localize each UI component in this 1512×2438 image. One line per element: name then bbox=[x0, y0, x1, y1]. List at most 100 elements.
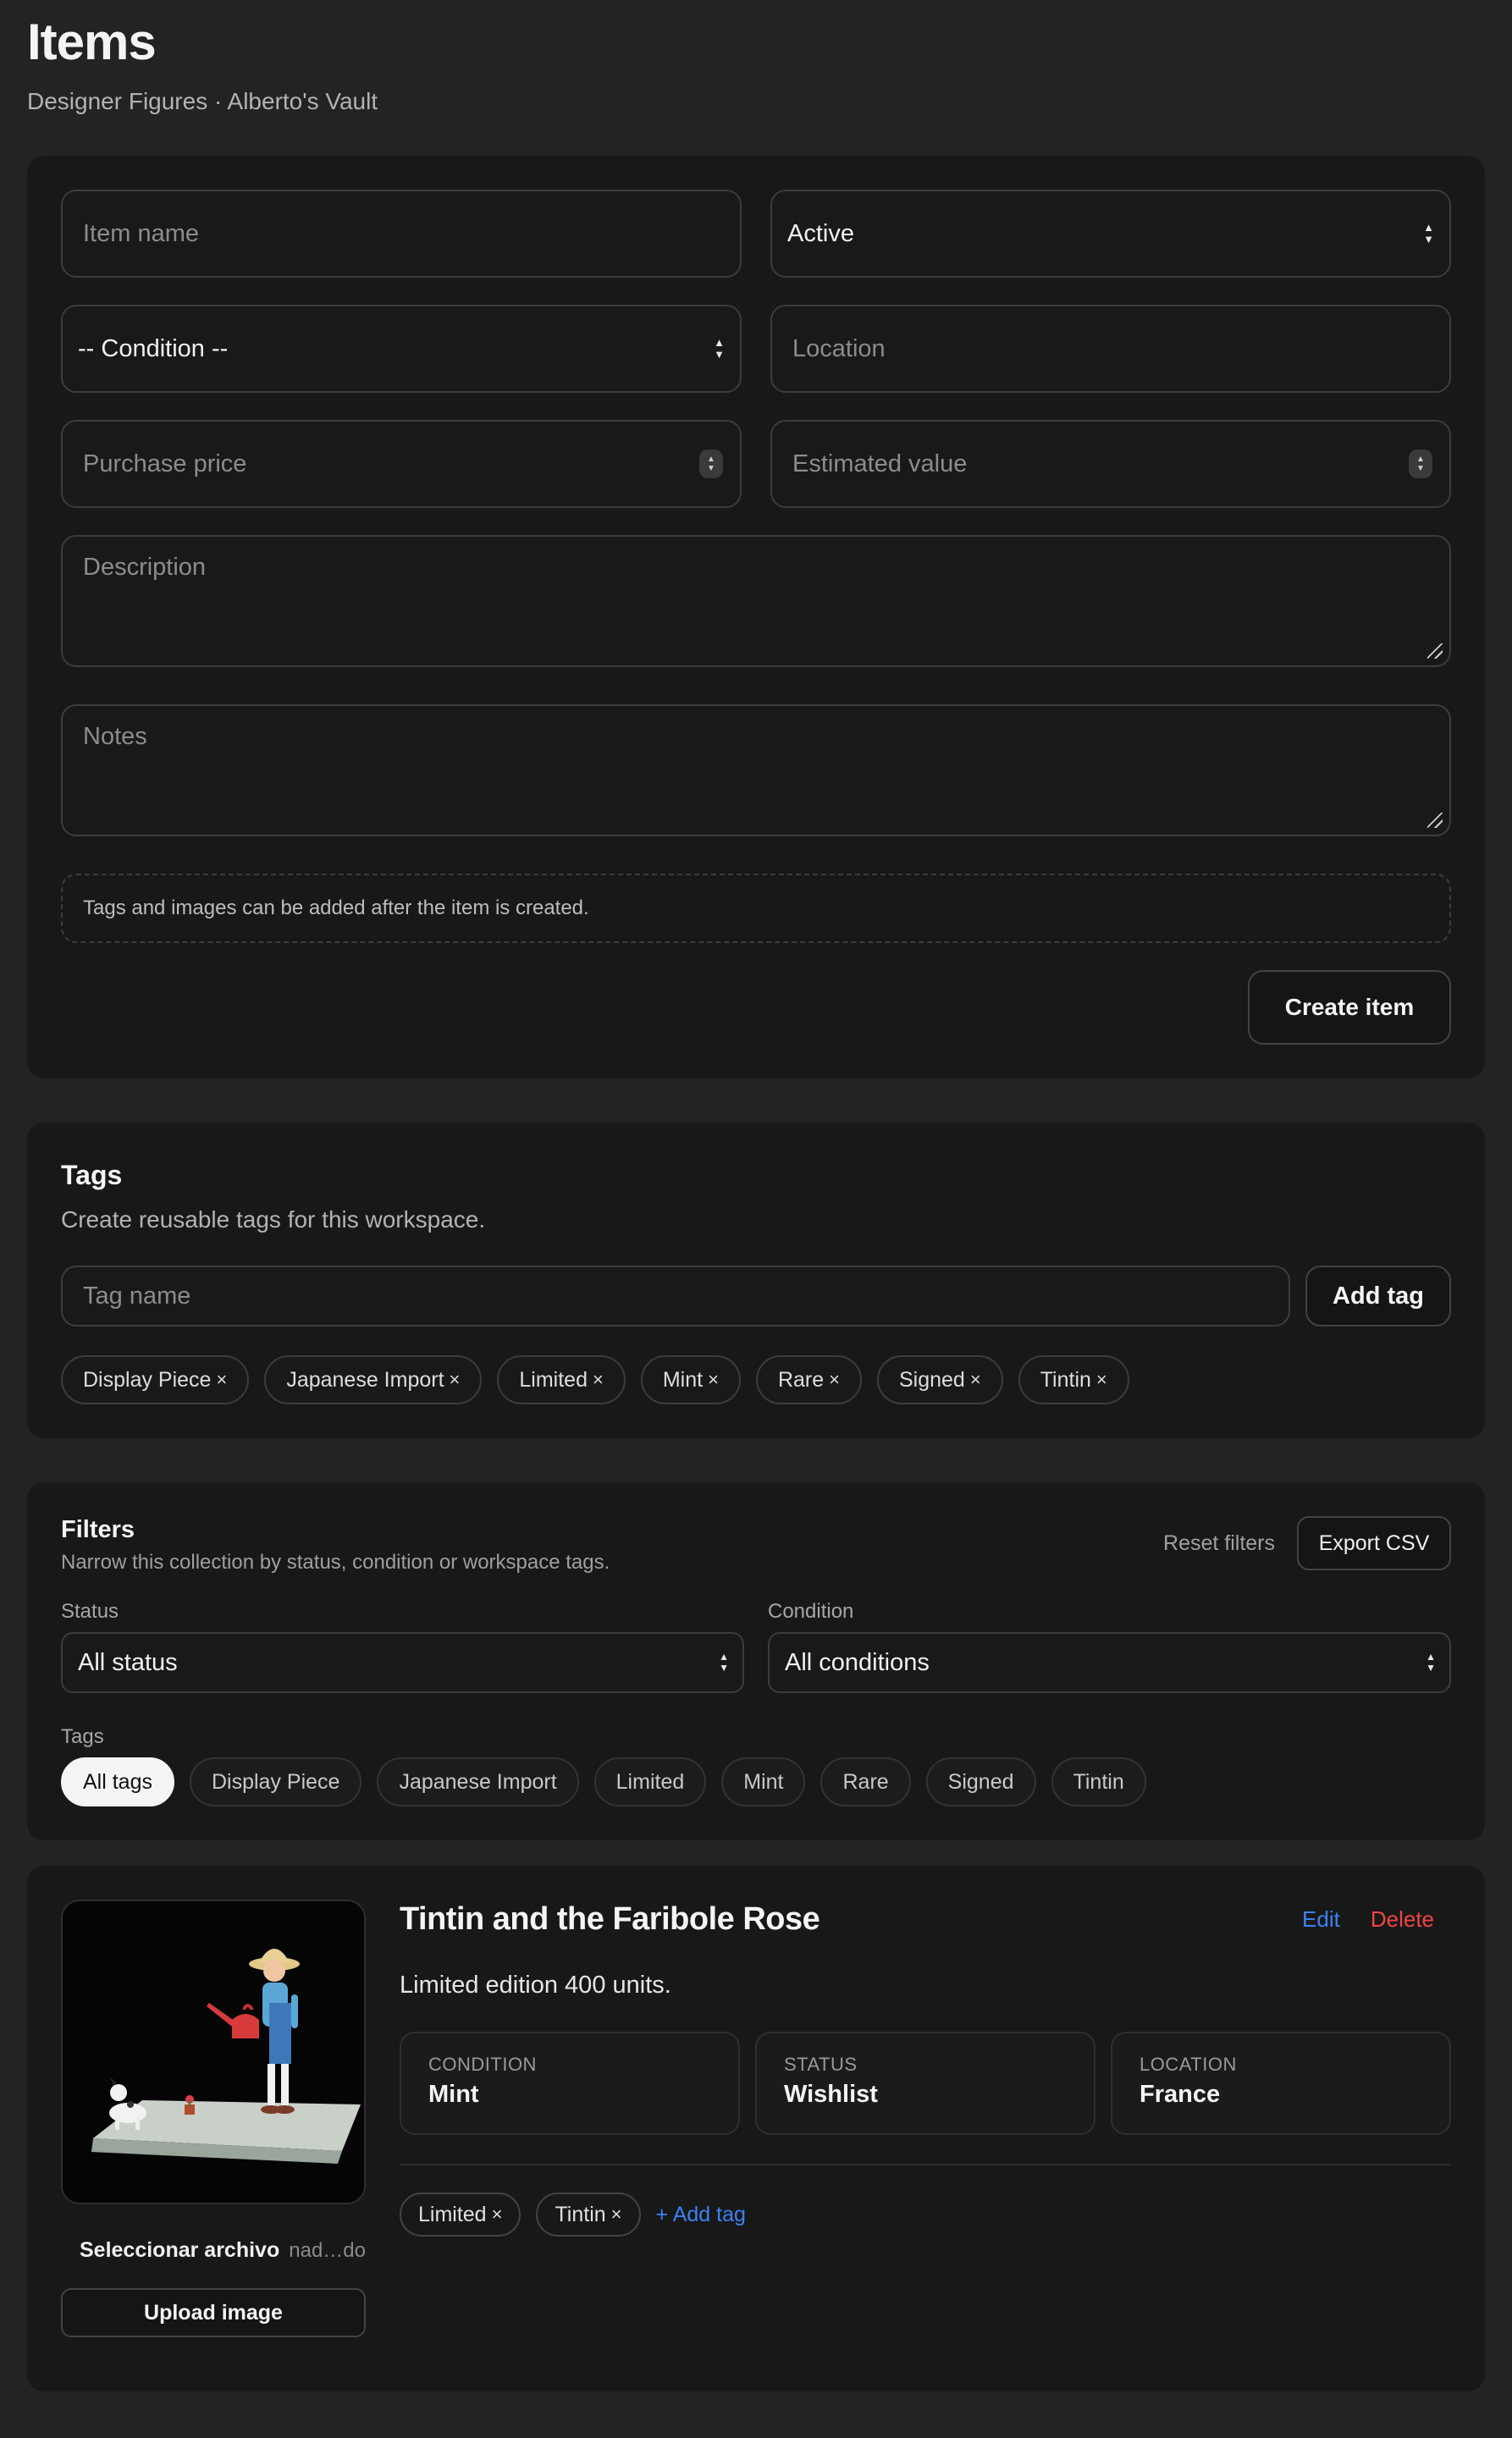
add-tag-button[interactable]: Add tag bbox=[1305, 1266, 1451, 1327]
filter-selects: Status All status ▲ ▼ Condition All condi… bbox=[61, 1600, 1451, 1693]
item-tag-chip[interactable]: Limited × bbox=[400, 2193, 521, 2237]
tag-chip[interactable]: Display Piece × bbox=[61, 1355, 250, 1404]
tags-subtitle: Create reusable tags for this workspace. bbox=[61, 1206, 486, 1233]
filters-header: Filters Narrow this collection by status… bbox=[61, 1516, 1451, 1575]
filters-title: Filters bbox=[61, 1516, 135, 1543]
item-card: Seleccionar archivo nad…do Upload image … bbox=[27, 1866, 1485, 2391]
create-item-form: Item name Active ▲ ▼ -- Condition -- ▲ ▼ L… bbox=[61, 190, 1451, 667]
item-tag-list: Limited × Tintin × + Add tag bbox=[400, 2193, 1451, 2237]
up-down-chevron-icon: ▲ ▼ bbox=[719, 1651, 729, 1674]
filters-subtitle: Narrow this collection by status, condit… bbox=[61, 1551, 610, 1574]
condition-filter: Condition All conditions ▲ ▼ bbox=[768, 1600, 1451, 1693]
status-select[interactable]: Active ▲ ▼ bbox=[770, 190, 1451, 278]
status-filter-select[interactable]: All status ▲ ▼ bbox=[61, 1632, 744, 1693]
notes-placeholder: Notes bbox=[83, 723, 147, 750]
meta-location-value: France bbox=[1140, 2081, 1221, 2108]
status-filter-label: Status bbox=[61, 1600, 119, 1623]
item-header: Tintin and the Faribole Rose Edit Delete bbox=[400, 1901, 1451, 1938]
notes-textarea[interactable]: Notes bbox=[61, 704, 1451, 836]
item-meta: CONDITION Mint STATUS Wishlist LOCATION … bbox=[400, 2032, 1451, 2135]
item-details: Tintin and the Faribole Rose Edit Delete… bbox=[400, 1900, 1451, 2337]
meta-location: LOCATION France bbox=[1111, 2032, 1451, 2135]
meta-location-label: LOCATION bbox=[1140, 2054, 1237, 2075]
figure-illustration bbox=[63, 1901, 364, 2203]
tag-filter-option[interactable]: Tintin bbox=[1051, 1757, 1146, 1806]
resize-grip-icon[interactable] bbox=[1427, 813, 1443, 828]
file-picker-row: Seleccionar archivo nad…do bbox=[61, 2238, 366, 2263]
up-down-chevron-icon: ▲ ▼ bbox=[1426, 1651, 1436, 1674]
tags-title: Tags bbox=[61, 1160, 123, 1190]
meta-status: STATUS Wishlist bbox=[755, 2032, 1095, 2135]
remove-icon[interactable]: × bbox=[216, 1369, 227, 1391]
page: Items Designer Figures · Alberto's Vault… bbox=[0, 0, 1512, 2438]
page-subtitle: Designer Figures · Alberto's Vault bbox=[27, 88, 378, 114]
create-hint: Tags and images can be added after the i… bbox=[61, 874, 1451, 943]
number-spinner-icon[interactable]: ▲ ▼ bbox=[1409, 450, 1432, 478]
description-placeholder: Description bbox=[83, 554, 207, 581]
export-csv-button[interactable]: Export CSV bbox=[1297, 1516, 1451, 1570]
condition-filter-label: Condition bbox=[768, 1600, 854, 1623]
number-spinner-icon[interactable]: ▲ ▼ bbox=[699, 450, 723, 478]
meta-condition-label: CONDITION bbox=[428, 2054, 537, 2075]
remove-icon[interactable]: × bbox=[611, 2204, 622, 2226]
create-item-button[interactable]: Create item bbox=[1248, 970, 1451, 1045]
remove-icon[interactable]: × bbox=[708, 1369, 719, 1391]
item-title: Tintin and the Faribole Rose bbox=[400, 1901, 820, 1937]
tag-chip[interactable]: Rare × bbox=[755, 1355, 862, 1404]
tag-input-row: Tag name Add tag bbox=[61, 1266, 1451, 1327]
tag-filter-option[interactable]: Display Piece bbox=[189, 1757, 362, 1806]
remove-icon[interactable]: × bbox=[1096, 1369, 1107, 1391]
status-filter: Status All status ▲ ▼ bbox=[61, 1600, 744, 1693]
item-name-input[interactable]: Item name bbox=[61, 190, 742, 278]
description-textarea[interactable]: Description bbox=[61, 535, 1451, 667]
tag-filter-option[interactable]: Mint bbox=[721, 1757, 806, 1806]
filters-heading: Filters Narrow this collection by status… bbox=[61, 1516, 610, 1575]
tags-filter-label: Tags bbox=[61, 1725, 104, 1748]
create-item-card: Item name Active ▲ ▼ -- Condition -- ▲ ▼ L… bbox=[27, 156, 1485, 1078]
item-tag-chip[interactable]: Tintin × bbox=[536, 2193, 641, 2237]
upload-image-button[interactable]: Upload image bbox=[61, 2288, 366, 2337]
choose-file-button[interactable]: Seleccionar archivo bbox=[80, 2238, 279, 2263]
condition-filter-select[interactable]: All conditions ▲ ▼ bbox=[768, 1632, 1451, 1693]
tag-filter-option[interactable]: Japanese Import bbox=[377, 1757, 579, 1806]
reset-filters-link[interactable]: Reset filters bbox=[1163, 1531, 1275, 1556]
up-down-chevron-icon: ▲ ▼ bbox=[714, 336, 725, 361]
selected-file-name: nad…do bbox=[289, 2238, 366, 2262]
filters-card: Filters Narrow this collection by status… bbox=[27, 1482, 1485, 1840]
remove-icon[interactable]: × bbox=[450, 1369, 461, 1391]
filters-actions: Reset filters Export CSV bbox=[1163, 1516, 1451, 1570]
item-description: Limited edition 400 units. bbox=[400, 1972, 671, 1999]
page-header: Items Designer Figures · Alberto's Vault bbox=[27, 0, 1485, 156]
tag-filter-option[interactable]: Signed bbox=[925, 1757, 1036, 1806]
location-input[interactable]: Location bbox=[770, 305, 1451, 393]
delete-item-link[interactable]: Delete bbox=[1371, 1906, 1434, 1933]
tag-filter-all[interactable]: All tags bbox=[61, 1757, 174, 1806]
remove-icon[interactable]: × bbox=[593, 1369, 604, 1391]
status-filter-value: All status bbox=[78, 1648, 178, 1676]
edit-item-link[interactable]: Edit bbox=[1302, 1906, 1340, 1933]
meta-condition-value: Mint bbox=[428, 2081, 479, 2108]
remove-icon[interactable]: × bbox=[829, 1369, 840, 1391]
tag-chip[interactable]: Limited × bbox=[497, 1355, 626, 1404]
condition-select[interactable]: -- Condition -- ▲ ▼ bbox=[61, 305, 742, 393]
estimated-value-placeholder: Estimated value bbox=[792, 450, 968, 477]
purchase-price-placeholder: Purchase price bbox=[83, 450, 247, 477]
remove-icon[interactable]: × bbox=[970, 1369, 981, 1391]
tag-name-input[interactable]: Tag name bbox=[61, 1266, 1290, 1327]
remove-icon[interactable]: × bbox=[492, 2204, 503, 2226]
add-item-tag-link[interactable]: + Add tag bbox=[656, 2203, 746, 2227]
resize-grip-icon[interactable] bbox=[1427, 643, 1443, 659]
estimated-value-input[interactable]: Estimated value ▲ ▼ bbox=[770, 420, 1451, 508]
tag-chip[interactable]: Tintin × bbox=[1018, 1355, 1129, 1404]
condition-filter-value: All conditions bbox=[785, 1648, 930, 1676]
item-actions: Edit Delete bbox=[1302, 1906, 1451, 1933]
purchase-price-input[interactable]: Purchase price ▲ ▼ bbox=[61, 420, 742, 508]
meta-status-value: Wishlist bbox=[784, 2081, 878, 2108]
tag-chip[interactable]: Signed × bbox=[876, 1355, 1003, 1404]
tag-filter-option[interactable]: Rare bbox=[820, 1757, 911, 1806]
tag-chip[interactable]: Mint × bbox=[640, 1355, 741, 1404]
meta-status-label: STATUS bbox=[784, 2054, 858, 2075]
tag-chip[interactable]: Japanese Import × bbox=[264, 1355, 483, 1404]
tag-filter-option[interactable]: Limited bbox=[593, 1757, 707, 1806]
condition-select-value: -- Condition -- bbox=[78, 334, 229, 362]
